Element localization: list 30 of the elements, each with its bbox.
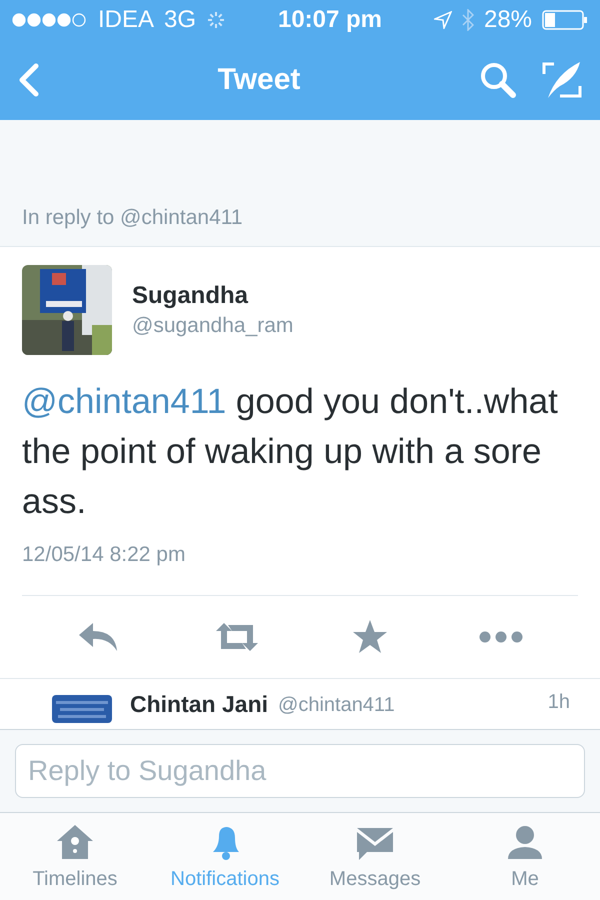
more-icon[interactable] bbox=[478, 631, 523, 643]
mention-link[interactable]: @chintan411 bbox=[22, 382, 226, 421]
location-icon bbox=[434, 11, 452, 29]
battery-icon bbox=[542, 10, 588, 30]
reply-author-handle[interactable]: @chintan411 bbox=[278, 694, 395, 717]
search-icon[interactable] bbox=[478, 60, 518, 100]
battery-percentage: 28% bbox=[484, 6, 532, 34]
back-icon[interactable] bbox=[18, 63, 40, 97]
bluetooth-icon bbox=[462, 9, 474, 31]
house-icon bbox=[55, 822, 95, 862]
tweet-text: @chintan411 good you don't..what the point of waking up with a sore ass. bbox=[22, 381, 559, 523]
reply-field[interactable]: Reply to Sugandha bbox=[15, 744, 585, 798]
reply-author-name[interactable]: Chintan Jani bbox=[130, 691, 268, 718]
clock-time: 10:07 pm bbox=[278, 6, 382, 34]
page-title: Tweet bbox=[218, 63, 300, 97]
tab[interactable]: Timelines bbox=[0, 813, 150, 900]
reply-time: 1h bbox=[548, 691, 570, 714]
tab[interactable]: Me bbox=[450, 813, 600, 900]
carrier-name: IDEA bbox=[98, 6, 154, 34]
tweet-date: 12/05/14 8:22 pm bbox=[22, 543, 186, 567]
compose-icon[interactable] bbox=[542, 60, 582, 100]
tab[interactable]: Messages bbox=[300, 813, 450, 900]
author-handle[interactable]: @sugandha_ram bbox=[132, 314, 294, 338]
signal-icon bbox=[12, 13, 88, 27]
author-name[interactable]: Sugandha bbox=[132, 282, 294, 310]
activity-icon bbox=[206, 10, 226, 30]
tab[interactable]: Notifications bbox=[150, 813, 300, 900]
reply-context: In reply to @chintan411 bbox=[0, 120, 600, 247]
network-type: 3G bbox=[164, 6, 196, 34]
star-icon[interactable] bbox=[352, 619, 388, 655]
